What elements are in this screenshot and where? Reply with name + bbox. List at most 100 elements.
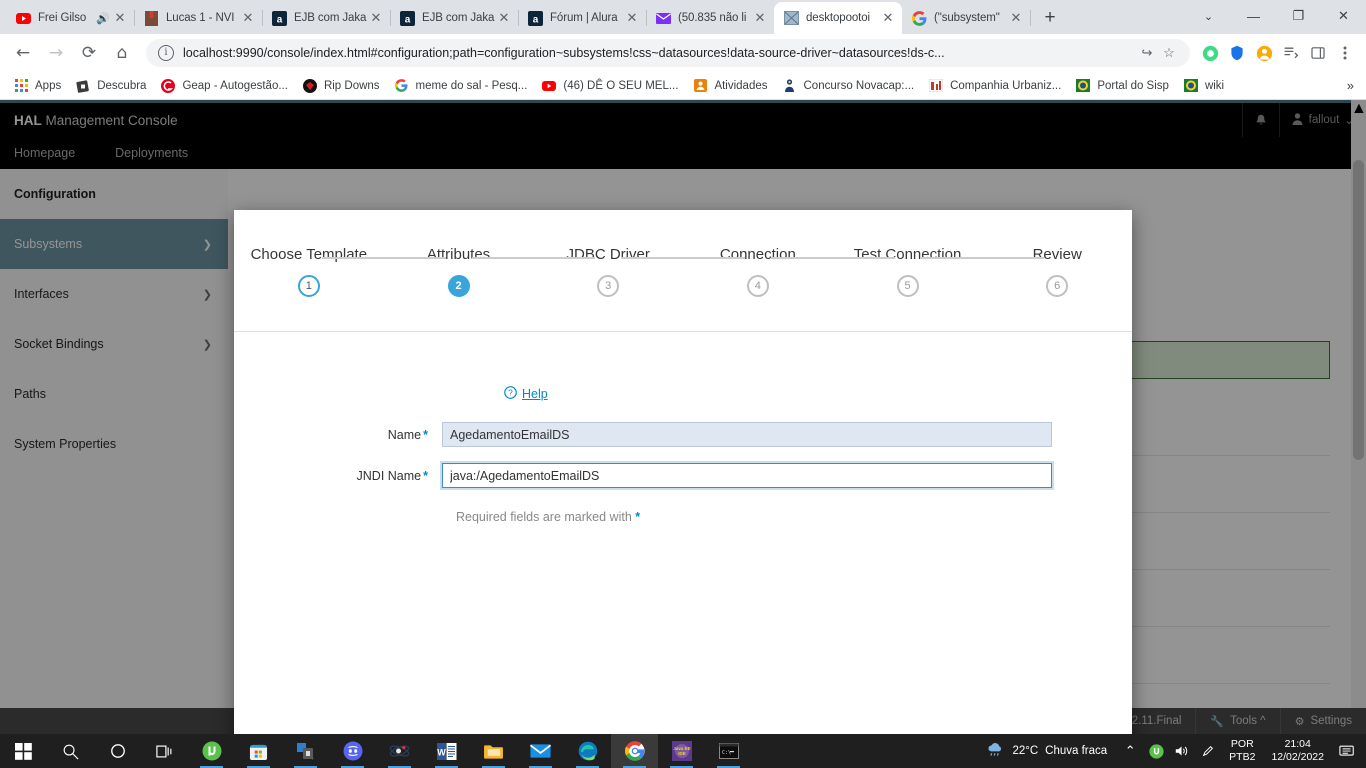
back-icon[interactable]: ← [8,38,38,68]
bookmark-label: Atividades [714,79,768,92]
pen-icon[interactable] [1195,734,1221,768]
tab-close-icon[interactable]: ✕ [752,12,768,25]
browser-tab[interactable]: a EJB com Jaka ✕ [390,2,519,34]
clock-date: 12/02/2022 [1271,751,1324,763]
clock[interactable]: 21:04 12/02/2022 [1263,738,1332,764]
browser-tab[interactable]: ("subsystem" ✕ [902,2,1031,34]
tab-close-icon[interactable]: ✕ [1008,12,1024,25]
required-fields-hint: Required fields are marked with * [456,510,1132,524]
step-bar-right [621,257,684,259]
google-icon [394,78,410,94]
remote-desktop-icon[interactable] [282,734,329,768]
browser-tab[interactable]: Lucas 1 - NVI ✕ [134,2,263,34]
browser-tab[interactable]: Frei Gilso 🔊 ✕ [6,2,135,34]
bookmark-star-icon[interactable]: ☆ [1158,45,1180,61]
reading-list-icon[interactable] [1278,40,1304,66]
bookmark-atividades[interactable]: Atividades [685,74,774,98]
close-button[interactable]: ✕ [1321,0,1366,32]
wizard-step-test-connection[interactable]: Test Connection 5 [832,246,983,297]
url-text: localhost:9990/console/index.html#config… [183,46,945,60]
edge-icon[interactable] [564,734,611,768]
bookmark-meme-do-sal[interactable]: meme do sal - Pesq... [387,74,535,98]
bookmarks-overflow-icon[interactable]: » [1347,78,1360,93]
browser-tab[interactable]: a EJB com Jaka ✕ [262,2,391,34]
step-number: 5 [896,275,919,297]
mail-icon[interactable] [517,734,564,768]
task-view-icon[interactable] [141,734,188,768]
share-icon[interactable]: ↪ [1136,45,1158,61]
bookmark-youtube-mel[interactable]: (46) DÊ O SEU MEL... [534,74,685,98]
jndi-name-input[interactable] [440,461,1054,490]
bookmark-descubra[interactable]: Descubra [68,74,153,98]
tab-title: Frei Gilso [38,12,87,24]
chrome-icon[interactable] [611,734,658,768]
sidepanel-icon[interactable] [1305,40,1331,66]
tab-mute-icon[interactable]: 🔊 [96,12,110,25]
site-info-icon[interactable]: i [158,45,174,61]
profile-avatar-icon[interactable] [1251,40,1277,66]
wizard-step-choose-template[interactable]: Choose Template 1 [234,246,384,297]
alura-icon: a [271,10,287,26]
wizard-body: ? Help Name* JNDI Name* [234,332,1132,734]
cortana-circle-icon[interactable] [94,734,141,768]
tab-close-icon[interactable]: ✕ [624,12,640,25]
javaee-ide-icon[interactable]: Java EE IDE [658,734,705,768]
browser-tab-active[interactable]: desktopootoi ✕ [774,2,902,34]
notification-center-icon[interactable] [1332,734,1362,768]
microsoft-store-icon[interactable] [235,734,282,768]
word-icon[interactable]: W [423,734,470,768]
tab-close-icon[interactable]: ✕ [368,12,384,25]
wizard-step-review[interactable]: Review 6 [982,246,1132,297]
browser-tab[interactable]: a Fórum | Alura ✕ [518,2,647,34]
wizard-step-attributes[interactable]: Attributes 2 [383,246,534,297]
help-label: Help [522,387,548,401]
language-indicator[interactable]: POR PTB2 [1221,738,1263,764]
name-field-label: Name * [234,428,442,442]
tab-search-icon[interactable]: ⌄ [1186,0,1231,32]
terminal-icon[interactable]: C:\ [705,734,752,768]
new-tab-button[interactable]: + [1036,4,1064,32]
name-input[interactable] [442,422,1052,447]
svg-text:a: a [276,14,282,25]
atom-icon[interactable] [376,734,423,768]
utorrent-icon[interactable] [188,734,235,768]
discord-icon[interactable] [329,734,376,768]
maximize-button[interactable]: ❐ [1276,0,1321,32]
help-link[interactable]: ? Help [504,386,548,402]
browser-tab[interactable]: (50.835 não li ✕ [646,2,775,34]
address-bar[interactable]: i localhost:9990/console/index.html#conf… [146,39,1190,67]
shield-icon[interactable] [1224,40,1250,66]
extension-puzzle-icon[interactable] [1197,40,1223,66]
tab-close-icon[interactable]: ✕ [880,12,896,25]
form-row-jndi-name: JNDI Name * [234,461,1132,490]
bookmark-apps[interactable]: Apps [6,74,68,98]
tab-close-icon[interactable]: ✕ [112,12,128,25]
bookmark-wiki[interactable]: wiki [1176,74,1231,98]
bookmark-geap[interactable]: Geap - Autogestão... [153,74,295,98]
svg-text:a: a [532,14,538,25]
bookmark-rip-downs[interactable]: Rip Downs [295,74,387,98]
folder-icon[interactable] [470,734,517,768]
step-bar-left [832,257,895,259]
step-bar-right [471,257,534,259]
bookmark-companhia-urbanizadora[interactable]: Companhia Urbaniz... [921,74,1068,98]
tab-close-icon[interactable]: ✕ [496,12,512,25]
wizard-step-jdbc-driver[interactable]: JDBC Driver 3 [533,246,684,297]
weather-widget[interactable]: 22°C Chuva fraca [976,742,1117,760]
utorrent-tray-icon[interactable] [1143,734,1169,768]
forward-icon[interactable]: → [41,38,71,68]
menu-kebab-icon[interactable] [1332,40,1358,66]
svg-text:W: W [437,747,446,757]
start-button[interactable] [0,734,47,768]
bookmark-concurso-novacap[interactable]: Concurso Novacap:... [775,74,922,98]
step-bar-left [383,257,446,259]
volume-icon[interactable] [1169,734,1195,768]
tray-expand-chevron-icon[interactable]: ⌃ [1117,734,1143,768]
home-icon[interactable]: ⌂ [107,38,137,68]
bookmark-portal-do-sisp[interactable]: Portal do Sisp [1068,74,1176,98]
search-icon[interactable] [47,734,94,768]
tab-close-icon[interactable]: ✕ [240,12,256,25]
reload-icon[interactable]: ⟳ [74,38,104,68]
wizard-step-connection[interactable]: Connection 4 [683,246,833,297]
minimize-button[interactable]: — [1231,0,1276,32]
